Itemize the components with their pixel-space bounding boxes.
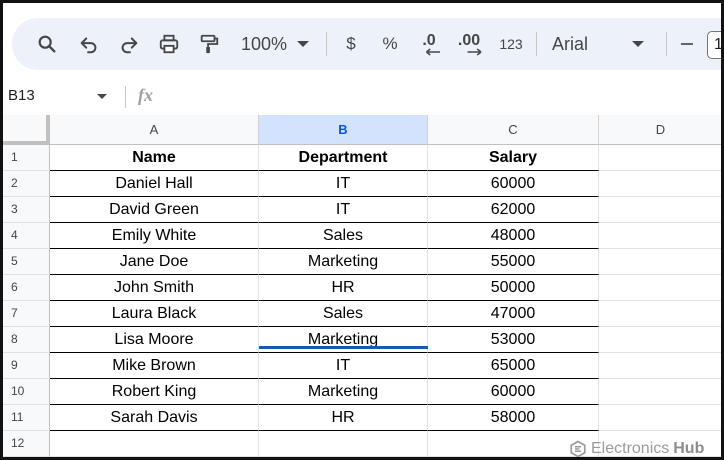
empty-cell[interactable] [599, 223, 721, 249]
table-cell[interactable]: HR [259, 275, 428, 301]
empty-cell[interactable] [599, 275, 721, 301]
table-header-cell[interactable]: Salary [428, 145, 599, 171]
table-cell[interactable]: David Green [50, 197, 259, 223]
table-cell[interactable]: 60000 [428, 171, 599, 197]
empty-cell[interactable] [599, 145, 721, 171]
arrow-right-icon [467, 48, 482, 56]
watermark-logo: Electronics Hub [569, 440, 705, 457]
table-header-cell[interactable]: Name [50, 145, 259, 171]
decrease-font-size-button[interactable] [676, 18, 698, 70]
electronicshub-logo-icon [570, 440, 586, 457]
table-cell[interactable]: Marketing [259, 379, 428, 405]
table-cell[interactable]: 65000 [428, 353, 599, 379]
more-formats-button[interactable]: 123 [495, 18, 527, 70]
table-cell[interactable]: 48000 [428, 223, 599, 249]
selection-indicator [259, 346, 428, 349]
table-cell[interactable]: Sales [259, 223, 428, 249]
empty-cell[interactable] [50, 431, 259, 457]
row-header[interactable]: 5 [3, 249, 50, 275]
column-header-c[interactable]: C [428, 115, 599, 145]
empty-cell[interactable] [599, 171, 721, 197]
redo-icon[interactable] [114, 18, 144, 70]
increase-decimal-button[interactable]: .00 [452, 18, 486, 70]
toolbar-divider [666, 32, 667, 56]
table-cell[interactable]: Robert King [50, 379, 259, 405]
undo-icon[interactable] [74, 18, 104, 70]
currency-format-button[interactable]: $ [339, 18, 363, 70]
row-header[interactable]: 12 [3, 431, 50, 457]
toolbar: 100% $ % .0 .00 123 Arial 1 [12, 18, 721, 70]
empty-cell[interactable] [599, 405, 721, 431]
minus-icon [681, 43, 693, 45]
formula-divider [125, 86, 126, 108]
table-cell[interactable]: 50000 [428, 275, 599, 301]
decrease-decimal-button[interactable]: .0 [414, 18, 444, 70]
table-cell[interactable]: 58000 [428, 405, 599, 431]
empty-cell[interactable] [599, 379, 721, 405]
row-header[interactable]: 1 [3, 145, 50, 171]
table-cell[interactable]: Daniel Hall [50, 171, 259, 197]
table-cell[interactable]: 47000 [428, 301, 599, 327]
table-cell[interactable]: Mike Brown [50, 353, 259, 379]
font-select[interactable]: Arial [552, 18, 662, 70]
row-header[interactable]: 7 [3, 301, 50, 327]
table-cell[interactable]: Marketing [259, 249, 428, 275]
empty-cell[interactable] [599, 327, 721, 353]
table-cell[interactable]: Sarah Davis [50, 405, 259, 431]
empty-cell[interactable] [599, 301, 721, 327]
table-cell[interactable]: HR [259, 405, 428, 431]
zoom-select[interactable]: 100% [234, 18, 316, 70]
table-header-cell[interactable]: Department [259, 145, 428, 171]
row-header[interactable]: 3 [3, 197, 50, 223]
font-size-input[interactable]: 1 [707, 31, 721, 59]
toolbar-divider [326, 32, 327, 56]
table-cell[interactable]: 62000 [428, 197, 599, 223]
select-all-corner[interactable] [3, 115, 50, 145]
table-cell[interactable]: Laura Black [50, 301, 259, 327]
percent-format-button[interactable]: % [378, 18, 402, 70]
paint-format-icon[interactable] [194, 18, 224, 70]
row-header[interactable]: 10 [3, 379, 50, 405]
row-header[interactable]: 11 [3, 405, 50, 431]
table-cell[interactable]: IT [259, 353, 428, 379]
table-cell[interactable]: John Smith [50, 275, 259, 301]
row-header[interactable]: 8 [3, 327, 50, 353]
chevron-down-icon [297, 41, 310, 47]
column-header-b[interactable]: B [259, 115, 428, 145]
search-menus-icon[interactable] [32, 18, 62, 70]
row-header[interactable]: 2 [3, 171, 50, 197]
empty-cell[interactable] [599, 197, 721, 223]
table-cell[interactable]: Marketing [259, 327, 428, 353]
table-cell[interactable]: Sales [259, 301, 428, 327]
column-header-d[interactable]: D [599, 115, 721, 145]
print-icon[interactable] [154, 18, 184, 70]
row-header[interactable]: 4 [3, 223, 50, 249]
column-header-a[interactable]: A [50, 115, 259, 145]
arrow-left-icon [426, 48, 440, 56]
table-cell[interactable]: 55000 [428, 249, 599, 275]
formula-bar: B13 fx [3, 83, 721, 113]
empty-cell[interactable] [599, 353, 721, 379]
watermark-brand: Electronics [591, 440, 670, 457]
watermark-brand-bold: Hub [673, 440, 705, 457]
table-cell[interactable]: IT [259, 171, 428, 197]
chevron-down-icon [632, 41, 645, 47]
table-cell[interactable]: Emily White [50, 223, 259, 249]
row-header[interactable]: 9 [3, 353, 50, 379]
empty-cell[interactable] [599, 249, 721, 275]
table-cell[interactable]: Jane Doe [50, 249, 259, 275]
table-cell[interactable]: 60000 [428, 379, 599, 405]
fx-icon: fx [138, 85, 153, 105]
toolbar-divider [536, 32, 537, 56]
name-box[interactable]: B13 [8, 87, 35, 104]
font-value: Arial [552, 33, 589, 54]
spreadsheet-window: 100% $ % .0 .00 123 Arial 1 B13 fx A B C… [0, 0, 724, 460]
table-cell[interactable]: Lisa Moore [50, 327, 259, 353]
empty-cell[interactable] [259, 431, 428, 457]
row-header[interactable]: 6 [3, 275, 50, 301]
table-cell[interactable]: 53000 [428, 327, 599, 353]
chevron-down-icon[interactable] [97, 94, 107, 99]
zoom-value: 100% [240, 33, 288, 54]
table-cell[interactable]: IT [259, 197, 428, 223]
